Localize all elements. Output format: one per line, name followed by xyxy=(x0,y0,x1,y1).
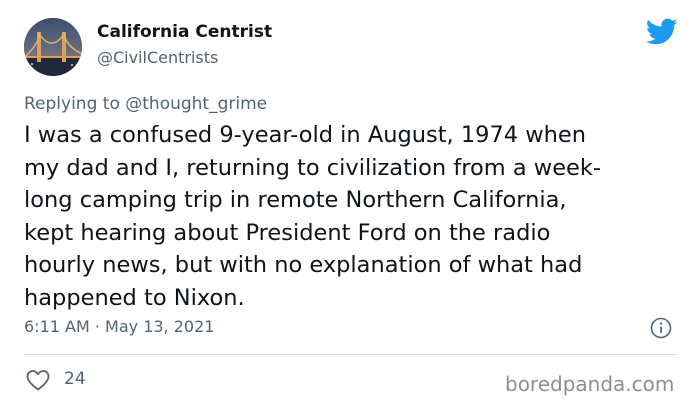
replying-to: Replying to @thought_grime xyxy=(24,94,267,114)
twitter-bird-icon[interactable] xyxy=(645,18,678,46)
tweet-card: California Centrist @CivilCentrists Repl… xyxy=(0,0,700,409)
replying-to-prefix: Replying to xyxy=(24,94,126,114)
user-handle[interactable]: @CivilCentrists xyxy=(97,48,218,67)
avatar[interactable] xyxy=(24,18,82,76)
reply-mention-link[interactable]: @thought_grime xyxy=(125,94,267,114)
tweet-timestamp[interactable]: 6:11 AM · May 13, 2021 xyxy=(24,317,214,336)
like-count: 24 xyxy=(64,369,86,389)
tweet-text: I was a confused 9-year-old in August, 1… xyxy=(24,122,602,311)
display-name[interactable]: California Centrist xyxy=(97,22,272,42)
divider xyxy=(24,354,676,355)
info-icon[interactable] xyxy=(650,317,672,339)
golden-gate-bridge-avatar xyxy=(24,18,82,76)
boredpanda-watermark: boredpanda.com xyxy=(505,372,675,396)
heart-icon[interactable] xyxy=(26,369,50,391)
